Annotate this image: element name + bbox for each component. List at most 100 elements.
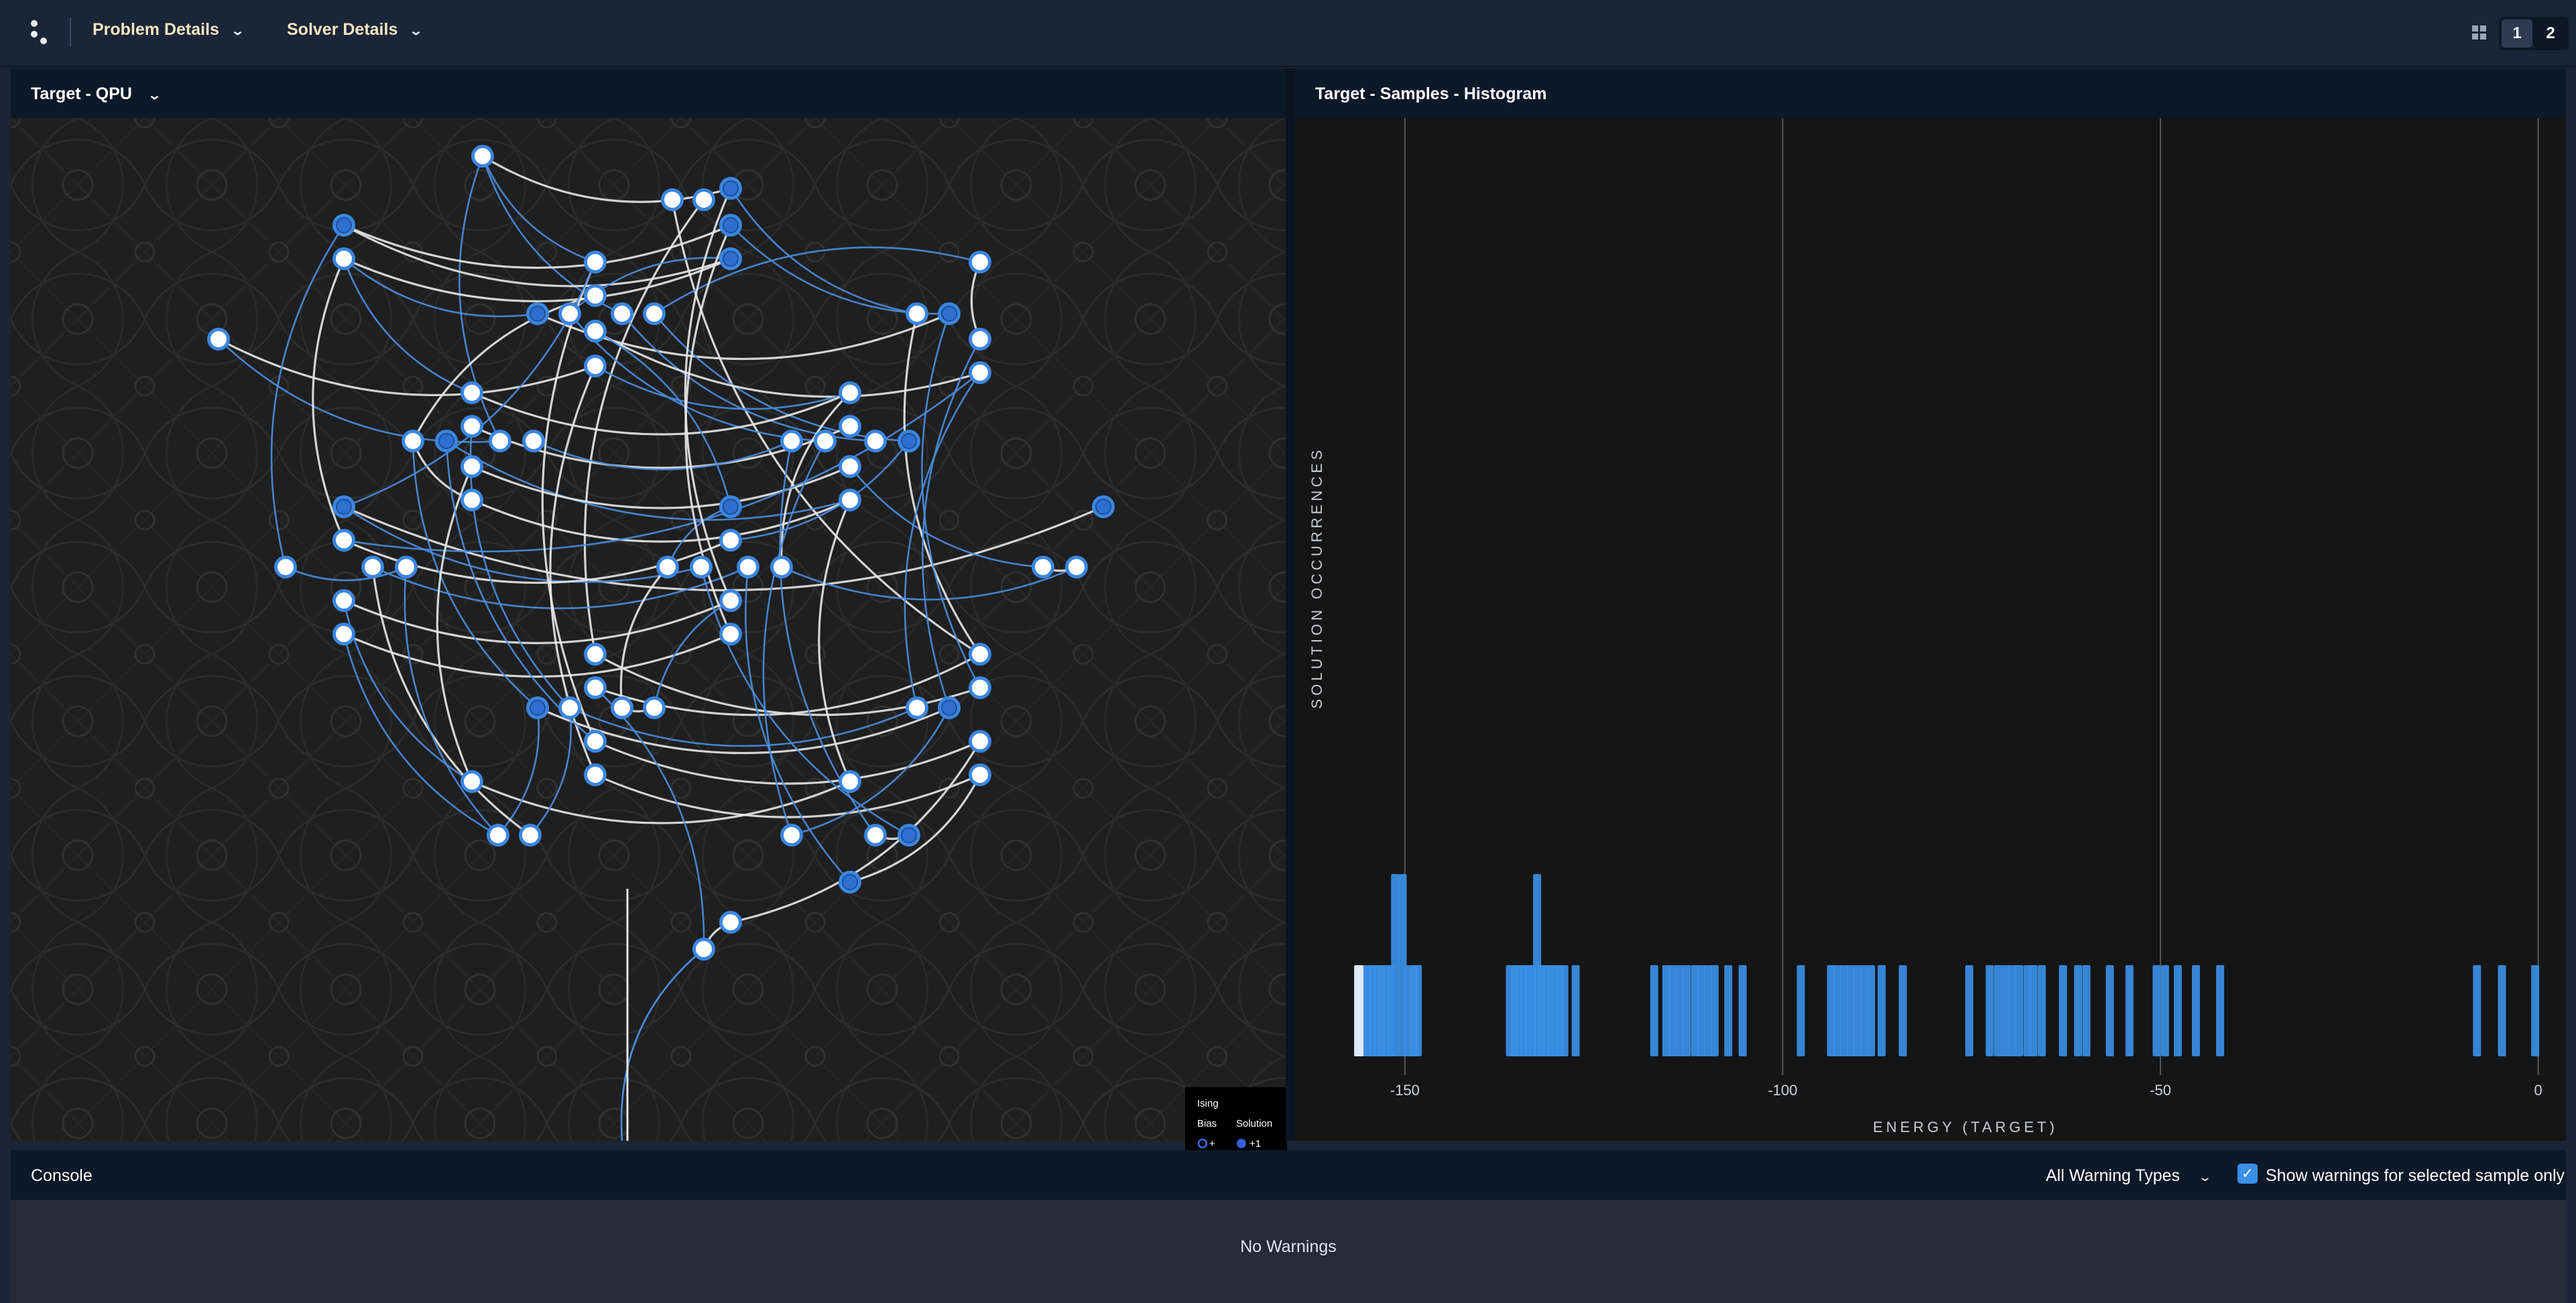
qubit-node[interactable] <box>1092 495 1115 518</box>
histogram-bar[interactable] <box>1994 965 2002 1056</box>
qubit-node[interactable] <box>719 623 742 645</box>
qubit-node[interactable] <box>770 556 793 578</box>
qubit-node[interactable] <box>519 824 542 847</box>
qubit-node[interactable] <box>737 556 759 578</box>
qubit-node[interactable] <box>839 415 861 438</box>
qubit-node[interactable] <box>274 556 297 578</box>
qubit-node[interactable] <box>611 696 633 719</box>
qubit-node[interactable] <box>719 589 742 612</box>
histogram-bar[interactable] <box>1414 965 1422 1056</box>
qubit-node[interactable] <box>526 302 549 325</box>
histogram-bar[interactable] <box>1682 965 1691 1056</box>
qubit-node[interactable] <box>906 302 928 325</box>
histogram-bar[interactable] <box>2192 965 2201 1056</box>
qubit-node[interactable] <box>584 643 607 666</box>
qubit-node[interactable] <box>332 247 355 270</box>
histogram-bar[interactable] <box>1668 965 1676 1056</box>
histogram-bar[interactable] <box>1965 965 1973 1056</box>
histogram-bar[interactable] <box>1391 874 1400 1056</box>
histogram-bar[interactable] <box>2125 965 2134 1056</box>
qubit-node[interactable] <box>471 145 494 168</box>
qubit-node[interactable] <box>461 770 483 793</box>
qubit-node[interactable] <box>395 556 418 578</box>
qubit-node[interactable] <box>969 763 991 786</box>
panel-splitter[interactable] <box>1286 68 1295 1141</box>
histogram-bar[interactable] <box>2173 965 2182 1056</box>
qubit-node[interactable] <box>643 302 666 325</box>
qubit-node[interactable] <box>839 381 861 404</box>
problem-details-menu[interactable]: Problem Details ⌄ <box>93 20 245 40</box>
qubit-node[interactable] <box>719 247 742 270</box>
qubit-node[interactable] <box>969 643 991 666</box>
histogram-bar[interactable] <box>1878 965 1886 1056</box>
histogram-bar[interactable] <box>2015 965 2024 1056</box>
qubit-node[interactable] <box>864 430 887 452</box>
qubit-node[interactable] <box>332 623 355 645</box>
layout-1-button[interactable]: 1 <box>2502 19 2532 48</box>
qubit-node[interactable] <box>661 188 684 211</box>
histogram-bar[interactable] <box>2531 965 2540 1056</box>
qubit-node[interactable] <box>207 328 230 351</box>
qubit-node[interactable] <box>656 556 679 578</box>
qubit-node[interactable] <box>402 430 424 452</box>
qubit-node[interactable] <box>584 251 607 273</box>
qubit-node[interactable] <box>814 430 837 452</box>
qubit-node[interactable] <box>780 824 803 847</box>
qubit-node[interactable] <box>969 361 991 384</box>
qubit-node[interactable] <box>719 177 742 200</box>
qubit-node[interactable] <box>584 676 607 699</box>
qubit-node[interactable] <box>584 355 607 377</box>
qubit-node[interactable] <box>461 455 483 478</box>
qpu-target-dropdown[interactable]: Target - QPU ⌄ <box>31 84 162 104</box>
qubit-node[interactable] <box>487 824 509 847</box>
app-logo-icon[interactable] <box>28 19 55 48</box>
histogram-bar[interactable] <box>2498 965 2506 1056</box>
qubit-node[interactable] <box>461 489 483 511</box>
qubit-node[interactable] <box>690 556 713 578</box>
qubit-node[interactable] <box>558 696 581 719</box>
qubit-node[interactable] <box>332 214 355 237</box>
histogram-bar[interactable] <box>1571 965 1580 1056</box>
qubit-node[interactable] <box>969 328 991 351</box>
qubit-node[interactable] <box>780 430 803 452</box>
qubit-node[interactable] <box>584 763 607 786</box>
qubit-node[interactable] <box>692 938 715 960</box>
qubit-node[interactable] <box>839 489 861 511</box>
qubit-node[interactable] <box>938 302 961 325</box>
histogram-bar[interactable] <box>1985 965 1994 1056</box>
qubit-node[interactable] <box>898 430 920 452</box>
selected-sample-checkbox[interactable]: ✓ <box>2237 1164 2258 1184</box>
histogram-chart[interactable]: -150 -100 -50 0 ENERGY (TARGET) SOLUTION OC… <box>1295 118 2566 1141</box>
qubit-node[interactable] <box>584 284 607 307</box>
histogram-bar[interactable] <box>1898 965 1907 1056</box>
histogram-bar[interactable] <box>2074 965 2083 1056</box>
qubit-node[interactable] <box>969 251 991 273</box>
qubit-node[interactable] <box>719 495 742 518</box>
histogram-bar[interactable] <box>2038 965 2046 1056</box>
histogram-bar[interactable] <box>1560 965 1569 1056</box>
qubit-node[interactable] <box>332 589 355 612</box>
qubit-node[interactable] <box>864 824 887 847</box>
qubit-node[interactable] <box>898 824 920 847</box>
qpu-graph-view[interactable] <box>11 118 1286 1141</box>
qubit-node[interactable] <box>526 696 549 719</box>
histogram-bar[interactable] <box>1650 965 1658 1056</box>
selected-sample-bar[interactable] <box>1354 965 1364 1056</box>
qubit-node[interactable] <box>361 556 384 578</box>
histogram-bar[interactable] <box>2082 965 2091 1056</box>
qubit-node[interactable] <box>969 676 991 699</box>
qubit-node[interactable] <box>906 696 928 719</box>
histogram-bar[interactable] <box>1724 965 1733 1056</box>
qpu-graph[interactable] <box>11 118 1286 1141</box>
qubit-node[interactable] <box>558 302 581 325</box>
histogram-bar[interactable] <box>2029 965 2038 1056</box>
qubit-node[interactable] <box>332 495 355 518</box>
histogram-bar[interactable] <box>1711 965 1719 1056</box>
qubit-node[interactable] <box>839 770 861 793</box>
histogram-bar[interactable] <box>2152 965 2161 1056</box>
qubit-node[interactable] <box>461 381 483 404</box>
layout-2-button[interactable]: 2 <box>2535 19 2566 48</box>
histogram-bar[interactable] <box>2059 965 2067 1056</box>
qubit-node[interactable] <box>643 696 666 719</box>
qubit-node[interactable] <box>461 415 483 438</box>
